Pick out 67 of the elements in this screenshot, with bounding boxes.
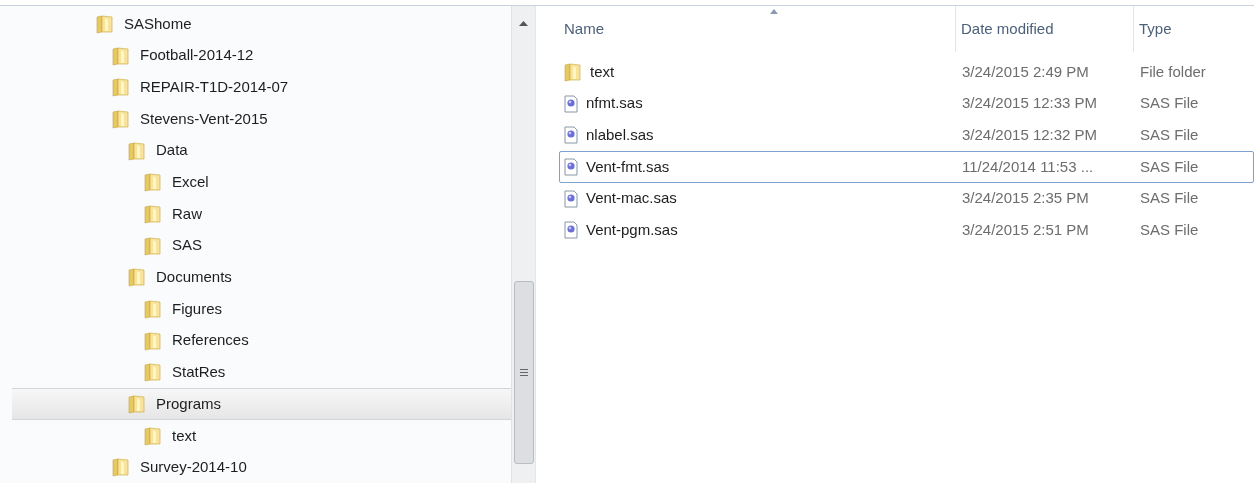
- tree-item[interactable]: StatRes: [12, 356, 511, 389]
- tree-item[interactable]: text: [12, 419, 511, 452]
- date-cell-text: 3/24/2015 2:35 PM: [961, 188, 1090, 209]
- tree-item[interactable]: Documents: [12, 261, 511, 294]
- folder-icon: [128, 140, 146, 161]
- column-header[interactable]: Type: [1134, 6, 1254, 52]
- type-cell-text: SAS File: [1139, 124, 1200, 145]
- tree-item[interactable]: References: [12, 324, 511, 357]
- folder-icon: [112, 108, 130, 129]
- folder-icon: [144, 330, 162, 351]
- file-row[interactable]: nlabel.sas 3/24/2015 12:32 PM SAS File: [559, 119, 1254, 152]
- file-name: Vent-pgm.sas: [586, 220, 678, 241]
- folder-icon: [144, 425, 162, 446]
- date-cell-text: 3/24/2015 2:49 PM: [961, 61, 1090, 82]
- tree-item[interactable]: Data: [12, 134, 511, 167]
- folder-icon: [144, 203, 162, 224]
- folder-icon: [144, 362, 162, 383]
- date-cell-text: 3/24/2015 12:33 PM: [961, 93, 1099, 114]
- script-file-icon: [564, 94, 578, 113]
- scroll-up-icon[interactable]: [519, 20, 528, 26]
- file-row[interactable]: Vent-pgm.sas 3/24/2015 2:51 PM SAS File: [559, 214, 1254, 247]
- date-cell-text: 3/24/2015 2:51 PM: [961, 220, 1090, 241]
- file-name: nfmt.sas: [586, 93, 643, 114]
- tree-item[interactable]: Football-2014-12: [12, 39, 511, 72]
- file-name: nlabel.sas: [586, 124, 654, 145]
- tree-item[interactable]: Stevens-Vent-2015: [12, 103, 511, 135]
- folder-icon: [112, 45, 130, 66]
- scrollbar-thumb[interactable]: [513, 281, 534, 464]
- type-cell-text: SAS File: [1139, 93, 1200, 114]
- tree-item[interactable]: Survey-2014-10: [12, 451, 511, 483]
- type-cell-text: SAS File: [1139, 220, 1200, 241]
- file-name: text: [590, 61, 615, 82]
- tree-item[interactable]: Excel: [12, 166, 511, 199]
- column-header[interactable]: Date modified: [956, 6, 1134, 52]
- folder-icon: [96, 13, 114, 34]
- file-row[interactable]: Vent-mac.sas 3/24/2015 2:35 PM SAS File: [559, 182, 1254, 215]
- script-file-icon: [564, 126, 578, 145]
- file-row[interactable]: text 3/24/2015 2:49 PM File folder: [559, 56, 1254, 88]
- folder-icon: [112, 457, 130, 478]
- tree-item[interactable]: Raw: [12, 198, 511, 230]
- folder-icon: [564, 61, 582, 82]
- script-file-icon: [564, 157, 578, 176]
- folder-icon: [112, 77, 130, 98]
- tree-item[interactable]: SAS: [12, 229, 511, 262]
- type-cell-text: SAS File: [1139, 156, 1200, 177]
- file-name: Vent-mac.sas: [586, 188, 677, 209]
- file-row[interactable]: nfmt.sas 3/24/2015 12:33 PM SAS File: [559, 87, 1254, 120]
- script-file-icon: [564, 189, 578, 208]
- scrollbar[interactable]: [511, 6, 535, 483]
- file-row[interactable]: Vent-fmt.sas 11/24/2014 11:53 ... SAS File: [559, 151, 1254, 183]
- folder-icon: [128, 267, 146, 288]
- sort-arrow-icon: [770, 9, 778, 14]
- tree-item[interactable]: Figures: [12, 293, 511, 325]
- type-cell-text: SAS File: [1139, 188, 1200, 209]
- grip-icon: [519, 369, 528, 376]
- folder-icon: [144, 235, 162, 256]
- folder-icon: [144, 172, 162, 193]
- tree-item[interactable]: REPAIR-T1D-2014-07: [12, 71, 511, 104]
- date-cell-text: 3/24/2015 12:32 PM: [961, 124, 1099, 145]
- tree-item[interactable]: Programs: [12, 388, 511, 420]
- folder-icon: [128, 394, 146, 415]
- tree-item[interactable]: SAShome: [12, 8, 511, 40]
- type-cell-text: File folder: [1139, 61, 1207, 82]
- file-name: Vent-fmt.sas: [586, 156, 670, 177]
- folder-icon: [144, 299, 162, 320]
- date-cell-text: 11/24/2014 11:53 ...: [961, 156, 1095, 177]
- script-file-icon: [564, 221, 578, 240]
